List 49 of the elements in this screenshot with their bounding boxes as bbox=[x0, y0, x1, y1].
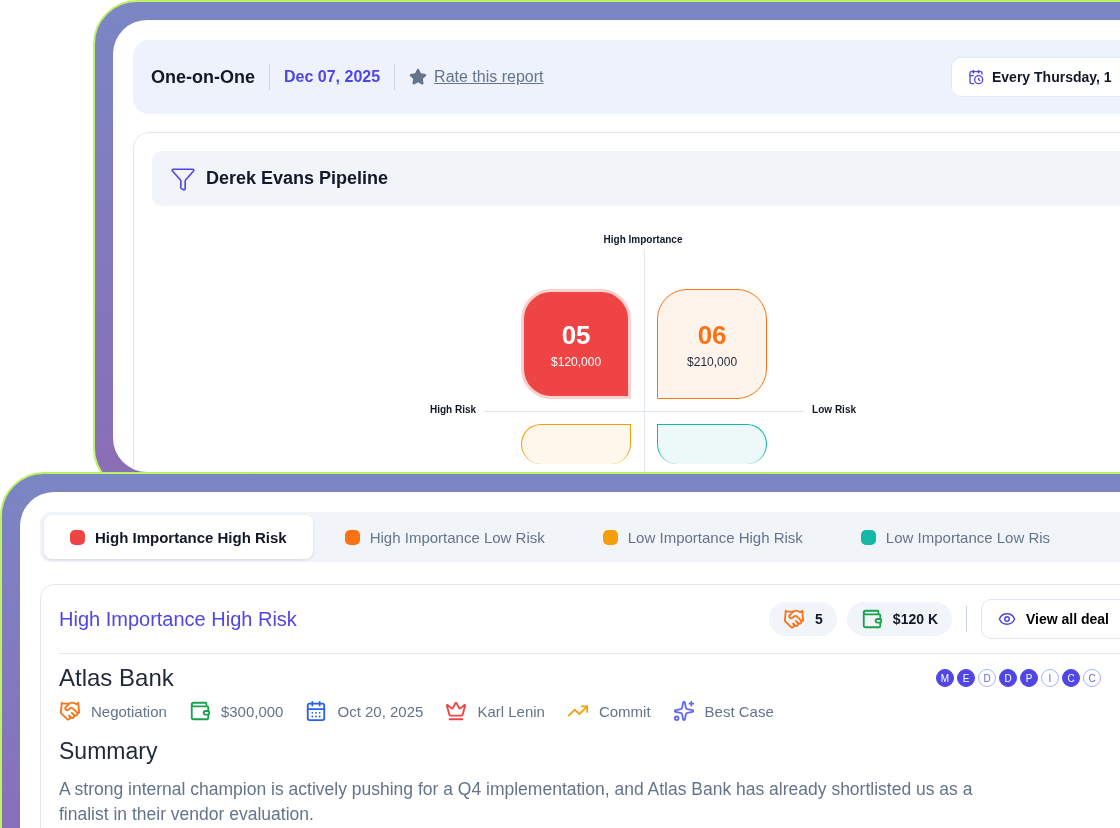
rate-link[interactable]: Rate this report bbox=[434, 68, 544, 86]
view-deals-button[interactable]: View all deal bbox=[981, 599, 1120, 639]
filter-icon bbox=[170, 165, 196, 192]
criteria-badge: M bbox=[936, 669, 954, 687]
wallet-icon bbox=[188, 700, 211, 722]
calendar-icon bbox=[305, 700, 328, 722]
criteria-badge: E bbox=[957, 669, 975, 687]
criteria-badge: D bbox=[999, 669, 1017, 687]
deal-name: Atlas Bank bbox=[59, 664, 174, 692]
deal-count: 05 bbox=[561, 319, 591, 351]
handshake-icon bbox=[783, 608, 806, 630]
deal-detail: Oct 20, 2025 bbox=[337, 702, 424, 720]
eye-icon bbox=[998, 610, 1016, 628]
total-badge: $120 K bbox=[846, 602, 952, 636]
quadrant-tile[interactable]: 05 $120,000 bbox=[521, 289, 632, 399]
crown-icon bbox=[445, 700, 468, 722]
axis-label: Low Risk bbox=[812, 404, 856, 415]
group-title: High Importance High Risk bbox=[59, 607, 297, 631]
handshake-icon bbox=[59, 700, 81, 722]
deal-count: 06 bbox=[697, 319, 727, 351]
calendar-clock-icon bbox=[968, 69, 984, 85]
quadrant-tile[interactable] bbox=[657, 424, 768, 464]
wallet-icon bbox=[860, 608, 883, 630]
deal-amount: $120,000 bbox=[551, 354, 602, 369]
sparkles-icon bbox=[672, 700, 695, 722]
deal-detail: Commit bbox=[598, 702, 651, 720]
deal-detail: Karl Lenin bbox=[477, 702, 545, 720]
quadrant-tab[interactable]: High Importance High Risk bbox=[44, 515, 313, 559]
report-date: Dec 07, 2025 bbox=[284, 68, 381, 86]
summary-text: A strong internal champion is actively pushing for a Q4 implementation, and Atlas Bank has already shortlisted us as a finalist in their vendor evaluation. bbox=[59, 778, 974, 827]
summary-heading: Summary bbox=[59, 738, 159, 765]
report-title: One-on-One bbox=[151, 66, 255, 88]
deal-amount: $210,000 bbox=[687, 354, 738, 369]
pipeline-title: Derek Evans Pipeline bbox=[206, 168, 389, 189]
deal-count-badge: 5 bbox=[769, 602, 837, 636]
deal-detail: $300,000 bbox=[220, 702, 284, 720]
deal-detail: Negotiation bbox=[91, 702, 167, 720]
axis-label: High Risk bbox=[430, 404, 477, 415]
criteria-badge: P bbox=[1020, 669, 1038, 687]
quadrant-tile[interactable] bbox=[521, 424, 632, 464]
deal-detail: Best Case bbox=[704, 702, 774, 720]
quadrant-tab[interactable]: High Importance Low Risk bbox=[318, 515, 571, 559]
schedule-button[interactable]: Every Thursday, 1 bbox=[951, 57, 1120, 97]
quadrant-tab[interactable]: Low Importance Low Ris bbox=[834, 515, 1077, 559]
quadrant-tab[interactable]: Low Importance High Risk bbox=[576, 515, 829, 559]
axis-label: High Importance bbox=[603, 234, 683, 245]
criteria-badge: C bbox=[1062, 669, 1080, 687]
quadrant-tile[interactable]: 06 $210,000 bbox=[657, 289, 768, 399]
star-icon bbox=[409, 68, 428, 86]
